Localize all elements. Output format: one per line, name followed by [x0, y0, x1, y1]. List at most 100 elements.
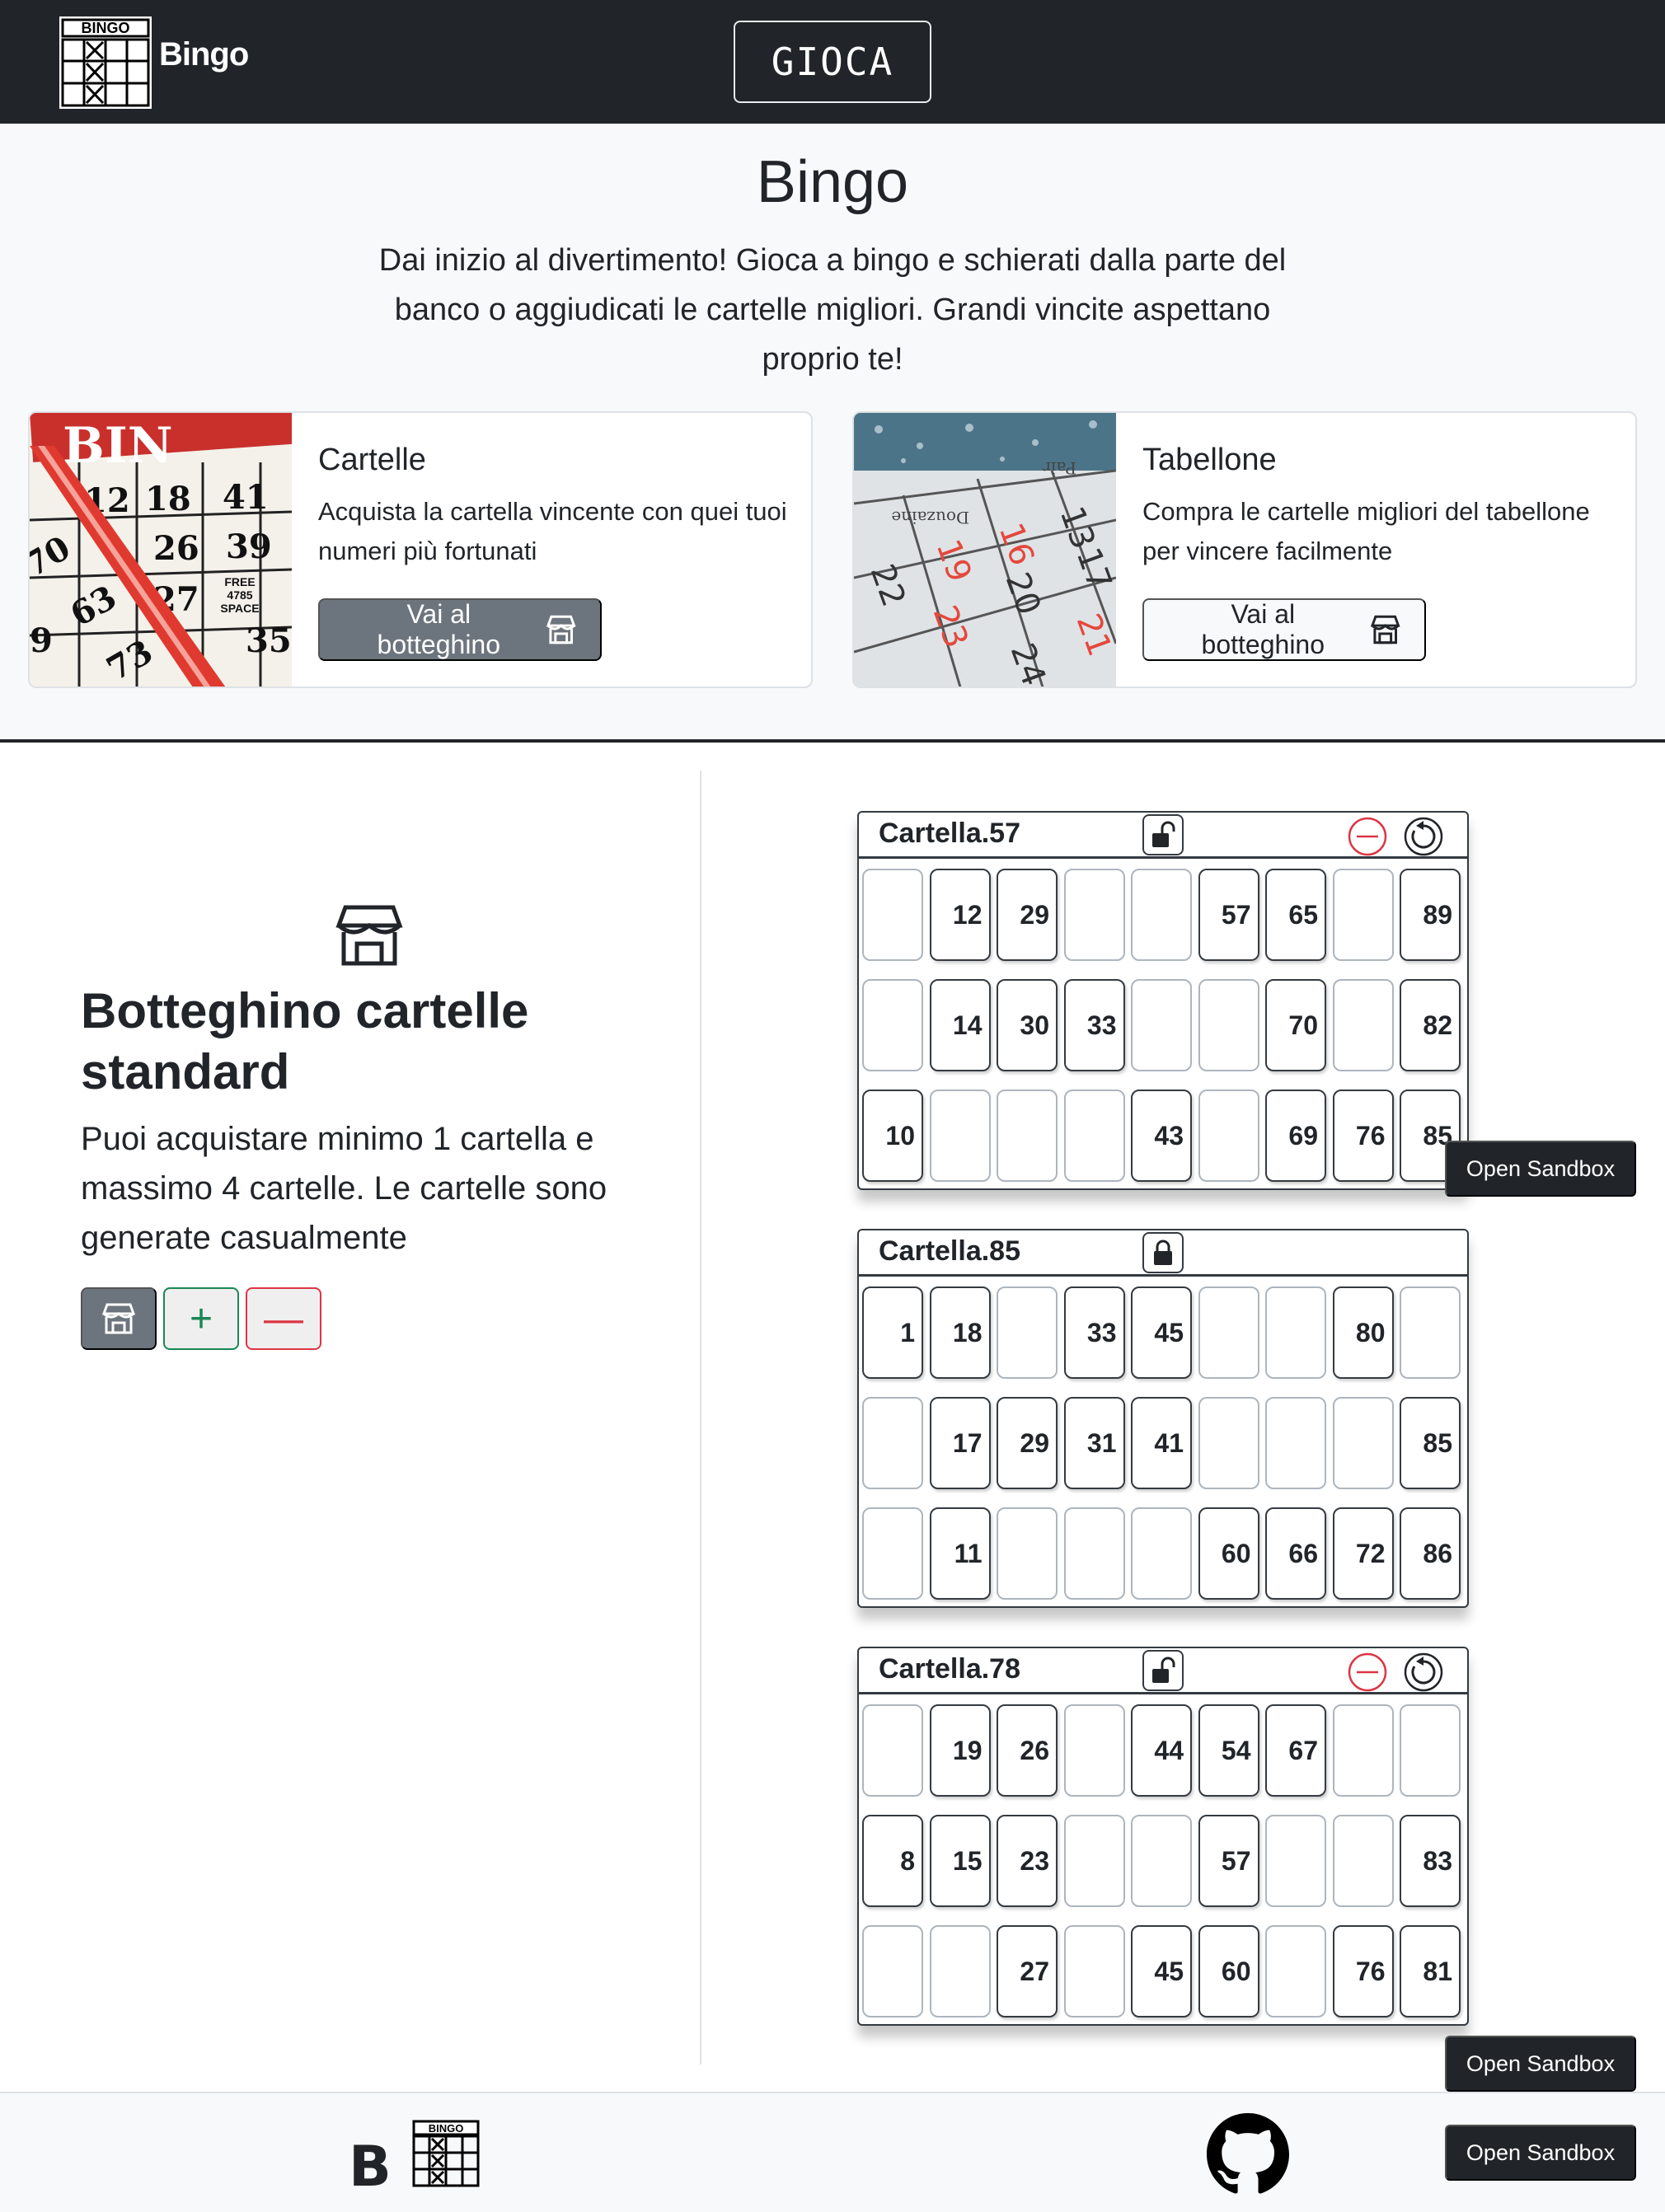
remove-card-icon[interactable] [1347, 816, 1388, 857]
bingo-card-grid: 19 26 44 54 67 8 15 23 57 83 27 45 60 76 81 [862, 1704, 1464, 2018]
empty-cell [929, 1090, 991, 1182]
empty-cell [1400, 1286, 1461, 1379]
navbar-brand[interactable]: Bingo [159, 36, 249, 73]
lock-open-icon[interactable] [1142, 814, 1184, 855]
bingo-card: Cartella.57 12 29 57 65 89 14 30 33 70 82 10 43 69 76 8… [857, 811, 1469, 1190]
number-cell: 23 [997, 1815, 1058, 1907]
number-cell: 66 [1265, 1507, 1326, 1600]
number-cell: 18 [929, 1286, 991, 1379]
refresh-icon[interactable] [1403, 816, 1444, 857]
play-button[interactable]: GIOCA [734, 21, 931, 103]
refresh-icon[interactable] [1403, 1652, 1444, 1693]
photo-number: 41 [223, 478, 269, 517]
number-cell: 57 [1198, 1815, 1259, 1907]
buy-button[interactable] [81, 1287, 157, 1350]
number-cell: 60 [1198, 1925, 1259, 2018]
empty-cell [1063, 1704, 1125, 1797]
remove-card-icon[interactable] [1347, 1652, 1388, 1693]
card-title: Cartelle [318, 443, 426, 477]
lock-open-icon[interactable] [1142, 1650, 1184, 1691]
empty-cell [1198, 1397, 1259, 1489]
number-cell: 86 [1400, 1507, 1461, 1600]
empty-cell [1063, 1090, 1125, 1182]
number-cell: 89 [1400, 869, 1461, 961]
empty-cell [997, 1286, 1058, 1379]
bingo-card-header: Cartella.85 [859, 1230, 1467, 1277]
add-card-button[interactable]: + [163, 1287, 239, 1350]
photo-word: Douzaine [891, 508, 969, 527]
empty-cell [1063, 869, 1125, 961]
number-cell: 54 [1198, 1704, 1259, 1797]
empty-cell [1265, 1397, 1326, 1489]
empty-cell [1332, 1815, 1394, 1907]
button-label: Vai al botteghino [377, 599, 501, 659]
github-icon[interactable] [1207, 2113, 1289, 2196]
feature-card-tabellone: 13 17 16 19 20 22 23 24 21 Douzaine Pair… [852, 411, 1637, 688]
bingo-card-grid: 12 29 57 65 89 14 30 33 70 82 10 43 69 76 85 [862, 869, 1464, 1182]
lock-closed-icon[interactable] [1142, 1232, 1184, 1273]
empty-cell [929, 1925, 991, 2018]
photo-free-label: SPACE [220, 602, 259, 615]
empty-cell [1332, 1704, 1394, 1797]
number-cell: 72 [1332, 1507, 1394, 1600]
number-cell: 8 [862, 1815, 923, 1907]
number-cell: 67 [1265, 1704, 1326, 1797]
number-cell: 65 [1265, 869, 1326, 961]
button-label: Vai al botteghino [1201, 599, 1325, 659]
empty-cell [1063, 1925, 1125, 2018]
bingo-card-header: Cartella.78 [859, 1648, 1467, 1694]
number-cell: 83 [1400, 1815, 1461, 1907]
number-cell: 57 [1198, 869, 1259, 961]
empty-cell [1198, 1286, 1259, 1379]
open-sandbox-button[interactable]: Open Sandbox [1445, 1141, 1636, 1197]
bingo-card-grid: 1 18 33 45 80 17 29 31 41 85 11 60 66 72 86 [862, 1286, 1464, 1600]
empty-cell [997, 1507, 1058, 1600]
shop-title: Botteghino cartelle standard [81, 983, 529, 1099]
open-sandbox-button[interactable]: Open Sandbox [1445, 2036, 1636, 2092]
footer-brand-letter[interactable]: B [349, 2135, 392, 2200]
empty-cell [862, 1925, 923, 2018]
photo-number: 39 [226, 527, 272, 566]
empty-cell [1265, 1815, 1326, 1907]
empty-cell [862, 979, 923, 1071]
number-cell: 10 [862, 1090, 923, 1182]
card-text: Compra le cartelle migliori del tabellon… [1142, 497, 1590, 565]
number-cell: 82 [1400, 979, 1461, 1071]
empty-cell [862, 1507, 923, 1600]
number-cell: 15 [929, 1815, 991, 1907]
open-sandbox-button[interactable]: Open Sandbox [1445, 2125, 1636, 2181]
photo-number: 18 [145, 480, 191, 518]
bingo-logo-icon[interactable]: BINGO [412, 2120, 480, 2187]
empty-cell [1131, 979, 1192, 1071]
bingo-card-header: Cartella.57 [859, 813, 1467, 859]
empty-cell [997, 1090, 1058, 1182]
number-cell: 1 [862, 1286, 923, 1379]
empty-cell [1131, 1815, 1192, 1907]
number-cell: 80 [1332, 1286, 1394, 1379]
number-cell: 44 [1131, 1704, 1192, 1797]
bingo-card-name: Cartella.85 [879, 1235, 1020, 1267]
card-title: Tabellone [1142, 443, 1277, 477]
number-cell: 11 [929, 1507, 991, 1600]
empty-cell [1131, 869, 1192, 961]
feature-card-cartelle: BIN 12 18 41 26 39 70 27 63 73 35 9 FREE… [28, 411, 813, 688]
page-title: Bingo [756, 149, 909, 215]
photo-free-label: FREE [224, 575, 255, 588]
bingo-card: Cartella.78 19 26 44 54 67 8 15 23 57 83 27 45 60 76 81 [857, 1647, 1469, 2026]
column-divider [700, 771, 701, 2064]
number-cell: 26 [997, 1704, 1058, 1797]
number-cell: 30 [997, 979, 1058, 1071]
bingo-card-name: Cartella.57 [879, 818, 1020, 849]
number-cell: 60 [1198, 1507, 1259, 1600]
shop-link-button[interactable]: Vai al botteghino [1142, 598, 1426, 661]
remove-card-button[interactable]: — [246, 1287, 321, 1350]
bingo-logo-icon[interactable]: BINGO [59, 16, 152, 109]
number-cell: 76 [1332, 1925, 1394, 2018]
shop-description: Puoi acquistare minimo 1 cartella e mass… [81, 1121, 607, 1256]
footer: B BINGO [0, 2092, 1665, 2212]
shop-link-button[interactable]: Vai al botteghino [318, 598, 602, 661]
photo-number: 9 [30, 621, 53, 660]
number-cell: 85 [1400, 1397, 1461, 1489]
photo-word: Pair [1043, 458, 1076, 478]
number-cell: 17 [929, 1397, 991, 1489]
